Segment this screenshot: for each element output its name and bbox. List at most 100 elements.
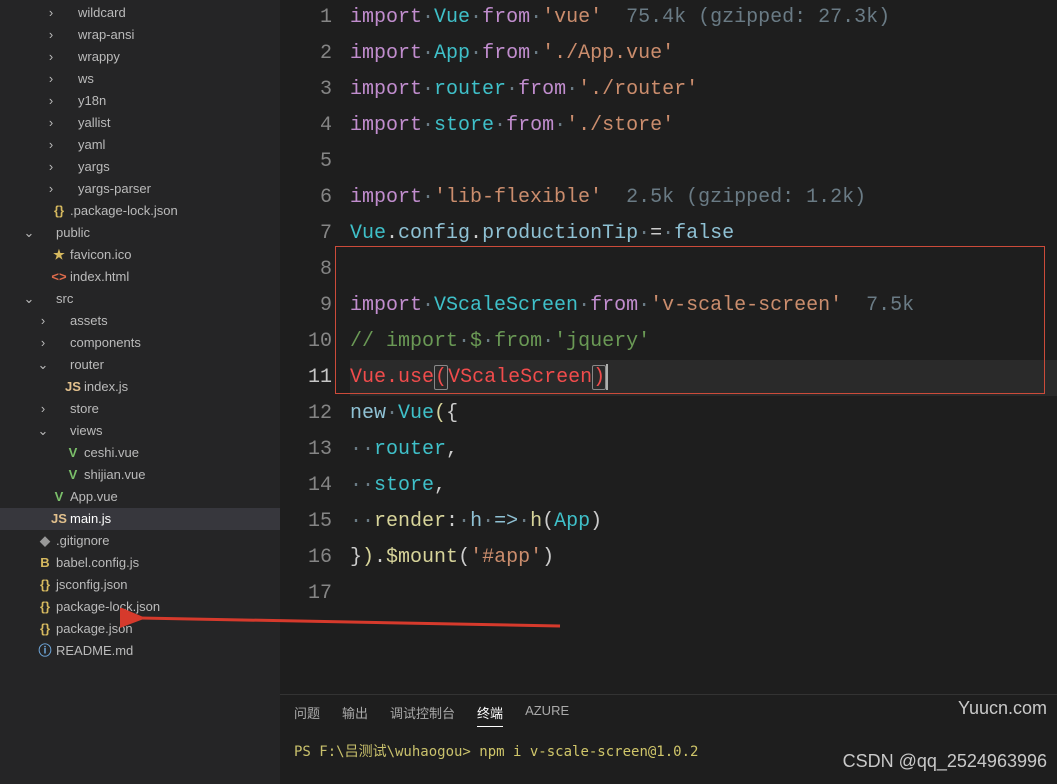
terminal-tab-3[interactable]: 终端	[477, 703, 503, 727]
code-line-5[interactable]	[350, 144, 1057, 180]
line-number[interactable]: 10	[280, 324, 332, 360]
token: ·	[458, 330, 470, 353]
line-number[interactable]: 12	[280, 396, 332, 432]
token: store	[434, 114, 494, 137]
line-number[interactable]: 16	[280, 540, 332, 576]
tree-item-yallist[interactable]: ›yallist	[0, 112, 280, 134]
tree-item-wrap-ansi[interactable]: ›wrap-ansi	[0, 24, 280, 46]
chevron-icon: ›	[44, 46, 58, 68]
tree-item-yaml[interactable]: ›yaml	[0, 134, 280, 156]
tree-item-index-js[interactable]: JSindex.js	[0, 376, 280, 398]
terminal-tab-1[interactable]: 输出	[342, 703, 368, 727]
code-line-7[interactable]: Vue.config.productionTip·=·false	[350, 216, 1057, 252]
tree-item-assets[interactable]: ›assets	[0, 310, 280, 332]
file-icon: JS	[50, 508, 68, 530]
code-line-4[interactable]: import·store·from·'./store'	[350, 108, 1057, 144]
token: 'vue'	[542, 6, 602, 29]
code-line-11[interactable]: Vue.use(VScaleScreen)	[350, 360, 1057, 396]
line-number[interactable]: 1	[280, 0, 332, 36]
chevron-icon: ›	[44, 134, 58, 156]
tree-item-label: package-lock.json	[56, 596, 160, 618]
line-number[interactable]: 6	[280, 180, 332, 216]
code-line-6[interactable]: import·'lib-flexible' 2.5k (gzipped: 1.2…	[350, 180, 1057, 216]
code-content[interactable]: import·Vue·from·'vue' 75.4k (gzipped: 27…	[350, 0, 1057, 694]
tree-item-readme-md[interactable]: ⓘREADME.md	[0, 640, 280, 662]
terminal-prompt: PS F:\吕测试\wuhaogou>	[294, 744, 471, 760]
tree-item-favicon-ico[interactable]: ★favicon.ico	[0, 244, 280, 266]
file-icon: <>	[50, 266, 68, 288]
code-line-3[interactable]: import·router·from·'./router'	[350, 72, 1057, 108]
tree-item-index-html[interactable]: <>index.html	[0, 266, 280, 288]
tree-item-package-lock-json[interactable]: {}package-lock.json	[0, 596, 280, 618]
token: (	[458, 546, 470, 569]
tree-item--gitignore[interactable]: ◆.gitignore	[0, 530, 280, 552]
code-line-14[interactable]: ··store,	[350, 468, 1057, 504]
line-number[interactable]: 9	[280, 288, 332, 324]
tree-item-components[interactable]: ›components	[0, 332, 280, 354]
tree-item-app-vue[interactable]: VApp.vue	[0, 486, 280, 508]
token: ··	[350, 438, 374, 461]
file-explorer[interactable]: ›wildcard›wrap-ansi›wrappy›ws›y18n›yalli…	[0, 0, 280, 784]
terminal-body[interactable]: PS F:\吕测试\wuhaogou> npm i v-scale-screen…	[280, 729, 1057, 761]
line-number[interactable]: 17	[280, 576, 332, 612]
line-number[interactable]: 3	[280, 72, 332, 108]
tree-item-yargs[interactable]: ›yargs	[0, 156, 280, 178]
line-number[interactable]: 7	[280, 216, 332, 252]
token: ·	[530, 42, 542, 65]
tree-item-router[interactable]: ⌄router	[0, 354, 280, 376]
code-line-2[interactable]: import·App·from·'./App.vue'	[350, 36, 1057, 72]
tree-item-public[interactable]: ⌄public	[0, 222, 280, 244]
token: ·	[638, 294, 650, 317]
line-number[interactable]: 14	[280, 468, 332, 504]
tree-item-jsconfig-json[interactable]: {}jsconfig.json	[0, 574, 280, 596]
token: ·	[542, 330, 554, 353]
tree-item-main-js[interactable]: JSmain.js	[0, 508, 280, 530]
tree-item-src[interactable]: ⌄src	[0, 288, 280, 310]
file-icon: ◆	[36, 530, 54, 552]
code-line-15[interactable]: ··render:·h·=>·h(App)	[350, 504, 1057, 540]
tree-item-yargs-parser[interactable]: ›yargs-parser	[0, 178, 280, 200]
terminal-tab-4[interactable]: AZURE	[525, 703, 569, 727]
line-number[interactable]: 8	[280, 252, 332, 288]
token: './App.vue'	[542, 42, 674, 65]
tree-item--package-lock-json[interactable]: {}.package-lock.json	[0, 200, 280, 222]
tree-item-wrappy[interactable]: ›wrappy	[0, 46, 280, 68]
line-number[interactable]: 13	[280, 432, 332, 468]
tree-item-store[interactable]: ›store	[0, 398, 280, 420]
tree-item-ws[interactable]: ›ws	[0, 68, 280, 90]
line-number[interactable]: 4	[280, 108, 332, 144]
terminal-tab-2[interactable]: 调试控制台	[390, 703, 455, 727]
code-line-17[interactable]	[350, 576, 1057, 612]
token: )	[542, 546, 554, 569]
tree-item-ceshi-vue[interactable]: Vceshi.vue	[0, 442, 280, 464]
line-number[interactable]: 5	[280, 144, 332, 180]
line-number[interactable]: 2	[280, 36, 332, 72]
tree-item-y18n[interactable]: ›y18n	[0, 90, 280, 112]
tree-item-views[interactable]: ⌄views	[0, 420, 280, 442]
line-number[interactable]: 15	[280, 504, 332, 540]
tree-item-package-json[interactable]: {}package.json	[0, 618, 280, 640]
code-line-1[interactable]: import·Vue·from·'vue' 75.4k (gzipped: 27…	[350, 0, 1057, 36]
tree-item-babel-config-js[interactable]: Bbabel.config.js	[0, 552, 280, 574]
code-line-12[interactable]: new·Vue({	[350, 396, 1057, 432]
tree-item-label: y18n	[78, 90, 106, 112]
file-icon: {}	[36, 618, 54, 640]
code-line-9[interactable]: import·VScaleScreen·from·'v-scale-screen…	[350, 288, 1057, 324]
tree-item-shijian-vue[interactable]: Vshijian.vue	[0, 464, 280, 486]
code-line-10[interactable]: // import·$·from·'jquery'	[350, 324, 1057, 360]
tree-item-wildcard[interactable]: ›wildcard	[0, 2, 280, 24]
token: h	[530, 510, 542, 533]
code-line-13[interactable]: ··router,	[350, 432, 1057, 468]
token: Vue	[434, 6, 470, 29]
code-line-16[interactable]: }).$mount('#app')	[350, 540, 1057, 576]
token: router	[434, 78, 506, 101]
token: ·	[422, 42, 434, 65]
token: h	[470, 510, 482, 533]
token: =	[650, 222, 662, 245]
line-number[interactable]: 11	[280, 360, 332, 396]
tree-item-label: wildcard	[78, 2, 126, 24]
terminal-tab-0[interactable]: 问题	[294, 703, 320, 727]
code-line-8[interactable]	[350, 252, 1057, 288]
file-icon: V	[50, 486, 68, 508]
token: ··	[350, 510, 374, 533]
